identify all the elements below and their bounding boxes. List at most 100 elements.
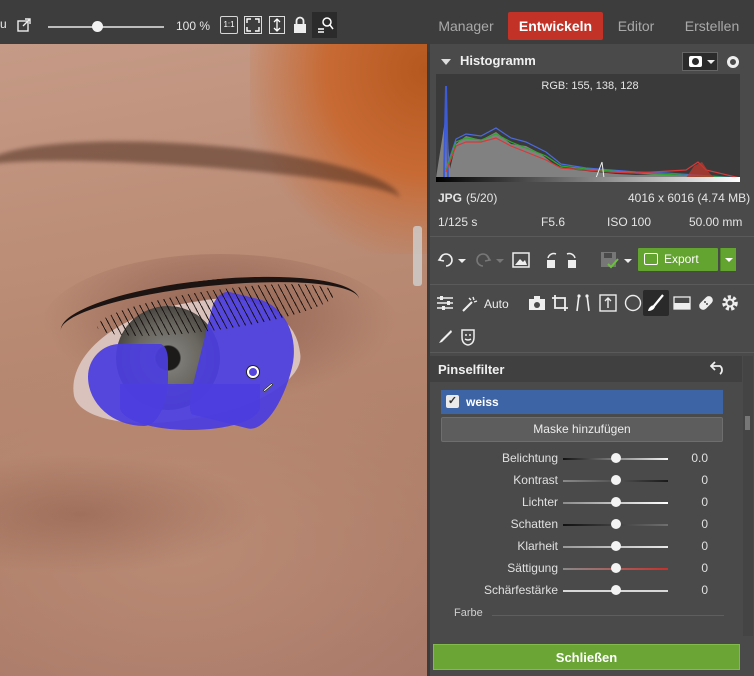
zoom-1-1-button[interactable]: 1:1 [220,16,238,34]
histogram-rgb-readout: RGB: 155, 138, 128 [541,80,639,92]
mask-list-item[interactable]: ✓ weiss [441,390,723,414]
save-dropdown-icon[interactable] [624,259,632,263]
iso-label: ISO 100 [607,215,652,229]
save-icon[interactable] [600,251,620,269]
slider-label: Sättigung [507,561,558,575]
slider-sharpness[interactable]: Schärfestärke 0 [430,580,730,602]
focal-length-label: 50.00 mm [689,215,743,229]
mask-name-label: weiss [466,395,499,409]
develop-panel: Histogramm RGB: 155, 138, 128 JPG (5/20)… [430,44,754,676]
adjustments-icon[interactable] [436,295,454,311]
auto-wand-icon[interactable] [461,295,479,313]
histogram-gradient-bar [436,177,740,182]
export-button[interactable]: Export [638,248,718,271]
slider-label: Schärfestärke [483,583,558,597]
panel-scrollbar-thumb[interactable] [745,416,750,430]
face-mask-icon[interactable] [460,328,476,346]
add-mask-button[interactable]: Maske hinzufügen [441,417,723,442]
tab-create[interactable]: Erstellen [676,12,748,40]
lock-icon[interactable] [293,16,307,34]
brush-mask-overlay-bottom [120,384,260,430]
slider-value[interactable]: 0 [678,539,708,553]
redo-icon[interactable] [474,251,492,269]
tab-develop[interactable]: Entwickeln [508,12,603,40]
file-format-label: JPG [438,191,463,205]
undo-icon[interactable] [437,251,455,269]
color-section-label: Farbe [454,607,483,619]
auto-button[interactable]: Auto [484,297,509,311]
brush-filter-header: Pinselfilter [430,356,742,382]
shutter-speed-label: 1/125 s [438,215,478,229]
tab-editor[interactable]: Editor [607,12,665,40]
zoom-level-label: 100 % [176,19,211,33]
reset-undo-icon[interactable] [710,361,726,375]
panel-divider [430,284,754,285]
gradient-filter-icon[interactable] [673,296,691,310]
healing-bandage-icon[interactable] [696,293,716,313]
export-dropdown-button[interactable] [720,248,736,271]
slider-exposure[interactable]: Belichtung 0.0 [430,448,730,470]
retouch-pen-icon[interactable] [437,328,453,344]
slider-knob[interactable] [611,585,621,595]
slider-knob[interactable] [611,453,621,463]
straighten-icon[interactable] [599,294,617,312]
radial-filter-icon[interactable] [624,294,642,312]
slider-label: Klarheit [517,539,558,553]
aperture-label: F5.6 [541,215,566,229]
slider-label: Belichtung [501,451,558,465]
slider-value[interactable]: 0 [678,517,708,531]
slider-value[interactable]: 0 [678,495,708,509]
slider-label: Kontrast [513,473,558,487]
mask-checkbox[interactable]: ✓ [446,395,459,408]
slider-value[interactable]: 0 [678,561,708,575]
file-index-label: (5/20) [466,191,498,205]
export-icon [644,253,658,265]
slider-label: Schatten [510,517,558,531]
settings-gear-icon[interactable] [720,293,740,313]
slider-knob[interactable] [611,519,621,529]
viewport-vertical-scrollbar[interactable] [413,226,422,286]
slider-clarity[interactable]: Klarheit 0 [430,536,730,558]
image-preview-icon[interactable] [512,252,530,268]
slider-knob[interactable] [611,541,621,551]
fit-height-icon[interactable] [269,16,285,34]
slider-value[interactable]: 0.0 [678,451,708,465]
chevron-down-icon [707,60,715,64]
tab-manager[interactable]: Manager [430,12,502,40]
camera-tool-icon[interactable] [528,295,546,311]
rotate-icon[interactable] [544,251,580,269]
histogram-settings-icon[interactable] [727,56,739,68]
zoom-slider[interactable] [48,21,164,32]
photo-viewport[interactable] [0,44,427,676]
fit-screen-icon[interactable] [244,16,262,34]
file-dimensions-label: 4016 x 6016 (4.74 MB) [628,191,751,205]
brush-filter-title: Pinselfilter [438,362,505,377]
undo-dropdown-icon[interactable] [458,259,466,263]
slider-highlights[interactable]: Lichter 0 [430,492,730,514]
slider-value[interactable]: 0 [678,583,708,597]
brush-filter-icon[interactable] [647,294,665,312]
slider-saturation[interactable]: Sättigung 0 [430,558,730,580]
slider-contrast[interactable]: Kontrast 0 [430,470,730,492]
open-external-icon[interactable] [17,18,31,32]
panel-scrollbar[interactable] [743,356,753,636]
slider-knob[interactable] [611,563,621,573]
export-button-label: Export [664,252,699,266]
slider-knob[interactable] [611,497,621,507]
slider-value[interactable]: 0 [678,473,708,487]
slider-label: Lichter [521,495,558,509]
collapse-arrow-icon[interactable] [441,59,451,65]
slider-shadows[interactable]: Schatten 0 [430,514,730,536]
toolbar-partial-label: u [0,17,7,31]
perspective-icon[interactable] [574,294,592,312]
histogram-header[interactable]: Histogramm [430,48,750,72]
compare-button[interactable] [312,12,337,38]
redo-dropdown-icon[interactable] [496,259,504,263]
histogram-mode-dropdown[interactable] [682,52,718,71]
camera-icon [689,56,702,67]
crop-icon[interactable] [551,294,569,312]
close-button[interactable]: Schließen [433,644,740,670]
slider-knob[interactable] [611,475,621,485]
histogram-title: Histogramm [460,53,536,68]
zoom-slider-knob[interactable] [91,21,103,32]
